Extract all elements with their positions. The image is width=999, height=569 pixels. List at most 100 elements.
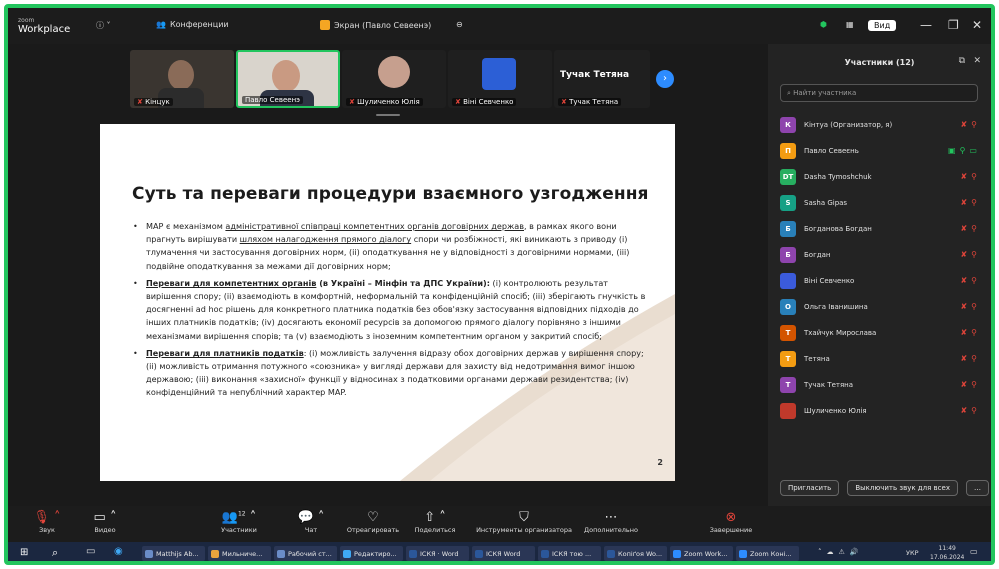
people-icon: 👥12 ˄: [221, 510, 257, 525]
tab-screen-share[interactable]: Экран (Павло Севеенэ): [320, 20, 431, 30]
zoom-logo: zoom Workplace: [18, 17, 71, 35]
app-frame: zoom Workplace ⓘ ˅ 👥 Конференции Экран (…: [4, 4, 995, 565]
mute-all-button[interactable]: Выключить звук для всех: [847, 480, 958, 496]
grid-icon[interactable]: ▦: [846, 20, 854, 29]
people-icon: 👥: [156, 20, 166, 29]
shield-icon: ⬢: [820, 20, 827, 29]
taskbar-app-button[interactable]: ІСКЯ Word: [472, 546, 535, 561]
taskbar-app-button[interactable]: ІСКЯ · Word: [406, 546, 469, 561]
host-tools-button[interactable]: ⛉ Инструменты организатора: [472, 510, 576, 534]
taskbar-app-button[interactable]: Zoom Коні...: [736, 546, 799, 561]
mic-muted-icon: ✘: [561, 98, 567, 106]
tab-conferences[interactable]: 👥 Конференции: [156, 20, 229, 29]
view-button[interactable]: Вид: [868, 20, 897, 31]
shield-icon: ⛉: [519, 510, 529, 525]
file-explorer-icon[interactable]: ▭: [86, 546, 95, 557]
avatar: DT: [780, 169, 796, 185]
mic-camera-muted-icon[interactable]: ✘⚲: [960, 380, 981, 389]
video-thumbnail[interactable]: ✘ Кінцук: [130, 50, 234, 108]
taskbar-app-label: Zoom Коні...: [750, 549, 792, 558]
taskbar-app-button[interactable]: Редактиро...: [340, 546, 403, 561]
end-meeting-icon: ⊗: [725, 510, 737, 525]
avatar: К: [780, 117, 796, 133]
mic-camera-muted-icon[interactable]: ▣⚲▭: [948, 146, 981, 155]
popout-icon[interactable]: ⧉: [959, 56, 965, 66]
mic-camera-muted-icon[interactable]: ✘⚲: [960, 224, 981, 233]
participants-button[interactable]: 👥12 ˄ Участники: [204, 510, 274, 534]
share-button[interactable]: ⇧ ˄ Поделиться: [400, 510, 470, 534]
minimize-icon[interactable]: —: [920, 18, 932, 32]
taskbar-app-label: ІСКЯ · Word: [420, 549, 459, 558]
participant-row[interactable]: О Ольга Іванишина ✘⚲: [780, 294, 985, 320]
participant-row[interactable]: Т Тучак Тетяна ✘⚲: [780, 372, 985, 398]
more-options-icon[interactable]: …: [965, 480, 989, 496]
taskbar-app-button[interactable]: Рабочий ст...: [274, 546, 337, 561]
app-icon: [145, 549, 153, 558]
info-icon[interactable]: ⓘ ˅: [96, 20, 111, 31]
next-page-icon[interactable]: ›: [656, 70, 674, 88]
app-icon: [409, 549, 417, 558]
clock[interactable]: 11:49 17.06.2024: [930, 544, 964, 561]
participant-row[interactable]: Шуличенко Юлія ✘⚲: [780, 398, 985, 424]
participant-row[interactable]: Т Тетяна ✘⚲: [780, 346, 985, 372]
video-thumbnail-active-speaker[interactable]: Павло Севеенэ: [236, 50, 340, 108]
slide-title: Суть та переваги процедури взаємного узг…: [132, 184, 649, 204]
end-button[interactable]: ⊗ Завершение: [696, 510, 766, 534]
title-bar: zoom Workplace ⓘ ˅ 👥 Конференции Экран (…: [8, 8, 991, 44]
app-icon: [673, 549, 681, 558]
mic-camera-muted-icon[interactable]: ✘⚲: [960, 172, 981, 181]
video-thumbnail[interactable]: Тучак Тетяна ✘ Тучак Тетяна: [554, 50, 650, 108]
close-icon[interactable]: ✕: [972, 18, 982, 32]
mic-camera-muted-icon[interactable]: ✘⚲: [960, 120, 981, 129]
app-icon: [475, 549, 483, 558]
mic-camera-muted-icon[interactable]: ✘⚲: [960, 198, 981, 207]
participant-row[interactable]: Б Богданова Богдан ✘⚲: [780, 216, 985, 242]
taskbar-app-button[interactable]: Matthijs Ab...: [142, 546, 205, 561]
participant-row[interactable]: Б Богдан ✘⚲: [780, 242, 985, 268]
avatar: S: [780, 195, 796, 211]
maximize-icon[interactable]: ❐: [948, 18, 959, 32]
tray-icons[interactable]: ˄☁⚠🔊: [818, 548, 864, 556]
mic-camera-muted-icon[interactable]: ✘⚲: [960, 406, 981, 415]
app-icon: [277, 549, 285, 558]
participant-row[interactable]: Віні Севченко ✘⚲: [780, 268, 985, 294]
taskbar-app-button[interactable]: Zoom Work...: [670, 546, 733, 561]
taskbar-app-button[interactable]: Мильниче...: [208, 546, 271, 561]
invite-button[interactable]: Пригласить: [780, 480, 840, 496]
start-icon[interactable]: ⊞: [20, 547, 28, 558]
taskbar-app-button[interactable]: Копіґоя Wo...: [604, 546, 667, 561]
participant-row[interactable]: S Sasha Gipas ✘⚲: [780, 190, 985, 216]
video-button[interactable]: ▭ ˄ Видео: [70, 510, 140, 534]
more-button[interactable]: ⋯ Дополнительно: [576, 510, 646, 534]
taskbar-app-button[interactable]: ІСКЯ тою ...: [538, 546, 601, 561]
close-panel-icon[interactable]: ✕: [973, 56, 981, 66]
mic-camera-muted-icon[interactable]: ✘⚲: [960, 276, 981, 285]
mic-camera-muted-icon[interactable]: ✘⚲: [960, 250, 981, 259]
participant-row[interactable]: DT Dasha Tymoshchuk ✘⚲: [780, 164, 985, 190]
taskbar-app-label: Рабочий ст...: [288, 549, 332, 558]
avatar: Т: [780, 377, 796, 393]
participant-row[interactable]: К Кінтуа (Организатор, я) ✘⚲: [780, 112, 985, 138]
language-indicator[interactable]: УКР: [906, 549, 919, 557]
participant-row[interactable]: Т Тхайчук Мирослава ✘⚲: [780, 320, 985, 346]
mic-camera-muted-icon[interactable]: ✘⚲: [960, 302, 981, 311]
mic-camera-muted-icon[interactable]: ✘⚲: [960, 354, 981, 363]
chat-icon: 💬 ˄: [297, 510, 325, 525]
drag-handle[interactable]: [376, 114, 400, 116]
video-thumbnail[interactable]: ✘ Шуличенко Юлія: [342, 50, 446, 108]
edge-icon[interactable]: ◉: [114, 546, 123, 557]
chat-button[interactable]: 💬 ˄ Чат: [276, 510, 346, 534]
slide-bullets: MAP є механізмом адміністративної співпр…: [130, 220, 650, 404]
notification-icon[interactable]: ▭: [970, 547, 978, 556]
more-tabs-icon[interactable]: ⊖: [456, 20, 463, 29]
search-input[interactable]: ⌕ Найти участника: [780, 84, 978, 102]
participant-row[interactable]: П Павло Севеєнь ▣⚲▭: [780, 138, 985, 164]
search-icon[interactable]: ⌕: [52, 546, 58, 560]
meeting-toolbar: 🎙 ˄ Звук ▭ ˄ Видео 👥12 ˄ Участники 💬 ˄ Чат ♡…: [8, 506, 991, 542]
react-button[interactable]: ♡ Отреагировать: [338, 510, 408, 534]
taskbar-app-label: Копіґоя Wo...: [618, 549, 663, 558]
participant-list: К Кінтуа (Организатор, я) ✘⚲ П Павло Севеєнь…: [780, 112, 985, 424]
mic-camera-muted-icon[interactable]: ✘⚲: [960, 328, 981, 337]
video-thumbnail[interactable]: ✘ Віні Севченко: [448, 50, 552, 108]
app-icon: [211, 549, 219, 558]
